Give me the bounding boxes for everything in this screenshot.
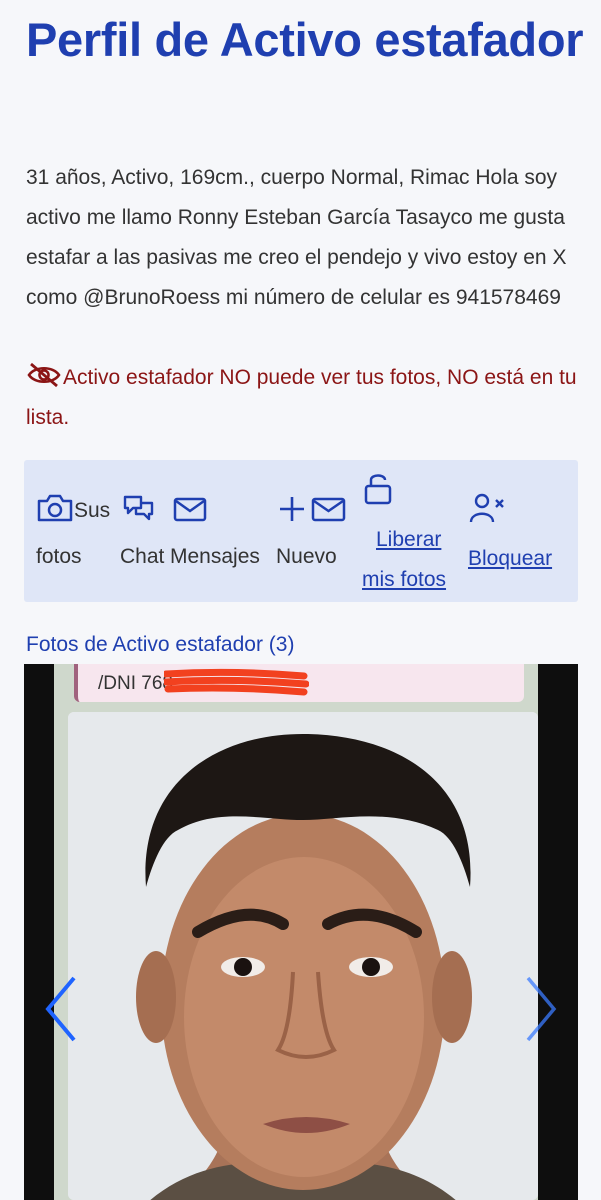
release-label-2[interactable]: mis fotos [362,568,446,591]
photos-label-2: fotos [36,545,82,568]
photo-carousel[interactable]: /DNI 768 [24,664,578,1200]
notice-text: Activo estafador NO puede ver tus fotos,… [26,366,577,429]
user-block-icon [468,491,508,539]
chat-label: Chat [120,545,165,568]
photos-button[interactable]: Sus fotos [36,491,110,577]
photos-label-1: Sus [74,499,111,522]
camera-icon [36,493,74,537]
release-label-1[interactable]: Liberar [376,528,441,551]
profile-page: Perfil de Activo estafador 31 años, Acti… [0,0,601,1200]
dni-text: /DNI 768 [98,673,173,694]
eye-slash-icon [26,361,62,389]
photos-section-title: Fotos de Activo estafador (3) [26,633,295,656]
messages-label: Mensajes [170,545,260,568]
mail-icon [172,495,208,537]
profile-photo[interactable] [68,712,538,1200]
redaction-scribble [164,668,309,696]
page-title: Perfil de Activo estafador [26,13,584,66]
privacy-notice: Activo estafador NO puede ver tus fotos,… [26,358,586,438]
release-photos-button[interactable]: Liberar mis fotos [362,470,446,600]
chevron-right-icon[interactable] [520,974,560,1044]
unlock-icon [362,470,394,520]
chat-icon [122,493,156,537]
profile-description: 31 años, Activo, 169cm., cuerpo Normal, … [26,166,567,309]
chevron-left-icon[interactable] [42,974,82,1044]
portrait-image [68,712,538,1200]
plus-mail-icon [276,495,348,537]
messages-button[interactable]: Mensajes [170,491,260,577]
new-message-button[interactable]: Nuevo [276,491,348,577]
new-message-label: Nuevo [276,545,337,568]
profile-actions: Sus fotos Chat Mensajes Nuevo Liberar mi… [24,460,578,602]
chat-button[interactable]: Chat [120,491,164,577]
block-label[interactable]: Bloquear [468,547,552,570]
block-button[interactable]: Bloquear [468,491,552,579]
